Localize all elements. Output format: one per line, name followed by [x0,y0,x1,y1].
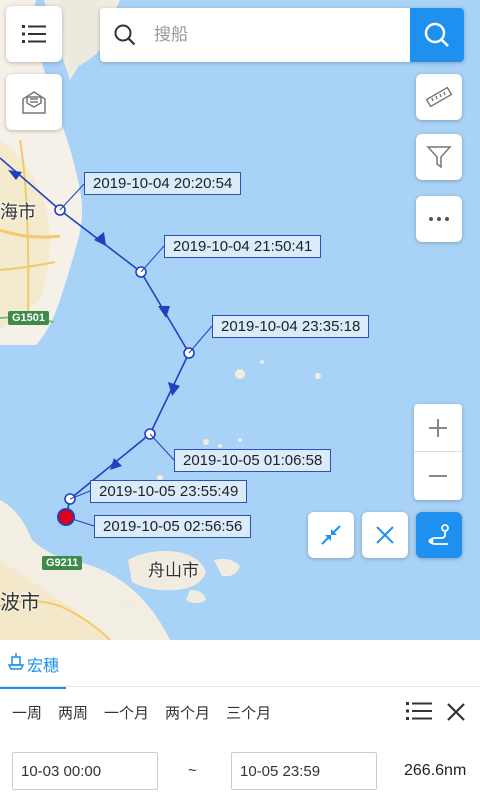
current-position-marker [57,508,75,526]
route-icon [428,524,449,545]
track-time-label: 2019-10-04 20:20:54 [84,172,242,195]
range-option-2m[interactable]: 两个月 [165,702,210,723]
collapse-icon [321,525,341,545]
more-button[interactable] [416,196,462,242]
ship-tab-label: 宏穗 [26,658,59,675]
collapse-button[interactable] [308,512,354,558]
zoom-out-button[interactable] [414,452,462,499]
range-option-2w[interactable]: 两周 [58,702,88,723]
range-option-3m[interactable]: 三个月 [226,702,271,723]
filter-icon [426,146,452,169]
route-button[interactable] [416,512,462,558]
time-separator: ~ [188,762,197,779]
highway-label-g9211: G9211 [42,556,83,570]
menu-button[interactable] [6,6,62,62]
more-icon [429,217,449,221]
search-icon [424,22,449,47]
track-distance: 266.6nm [404,762,467,779]
list-button[interactable] [406,700,432,727]
filter-button[interactable] [416,134,462,180]
close-icon [376,526,394,544]
track-time-label: 2019-10-05 23:55:49 [90,480,248,503]
close-track-button[interactable] [362,512,408,558]
zoom-in-button[interactable] [414,404,462,451]
range-option-1w[interactable]: 一周 [12,702,42,723]
list-icon [22,25,46,43]
ship-tab[interactable]: 宏穗 [0,652,66,689]
track-time-label: 2019-10-05 02:56:56 [94,515,252,538]
panel-close-button[interactable] [446,702,466,727]
search-bar [100,8,464,62]
ruler-button[interactable] [416,74,462,120]
highway-label-g1501: G1501 [8,311,50,325]
place-label-zhoushan: 舟山市 [148,561,199,580]
place-label-ningbo: 波市 [0,592,40,614]
track-time-label: 2019-10-05 01:06:58 [174,449,332,472]
map-view[interactable]: 海市 G1501 G9211 舟山市 波市 2019-10-04 20:20:5… [0,0,480,640]
track-time-label: 2019-10-04 23:35:18 [212,315,370,338]
range-option-1m[interactable]: 一个月 [104,702,149,723]
search-input[interactable] [152,14,410,56]
minus-icon [429,474,447,477]
zoom-control [414,404,462,500]
end-time-field[interactable]: 10-05 23:59 [231,752,377,790]
range-options: 一周 两周 一个月 两个月 三个月 [12,702,271,723]
ruler-icon [425,86,453,108]
start-time-field[interactable]: 10-03 00:00 [12,752,158,790]
place-label-shanghai: 海市 [0,202,36,222]
search-icon [104,8,146,62]
message-button[interactable] [6,74,62,130]
list-icon [406,702,432,720]
search-button[interactable] [410,8,464,62]
track-time-label: 2019-10-04 21:50:41 [164,235,322,258]
plus-icon [429,418,447,437]
close-icon [447,703,465,721]
ship-icon [7,652,25,670]
envelope-icon [22,91,46,114]
